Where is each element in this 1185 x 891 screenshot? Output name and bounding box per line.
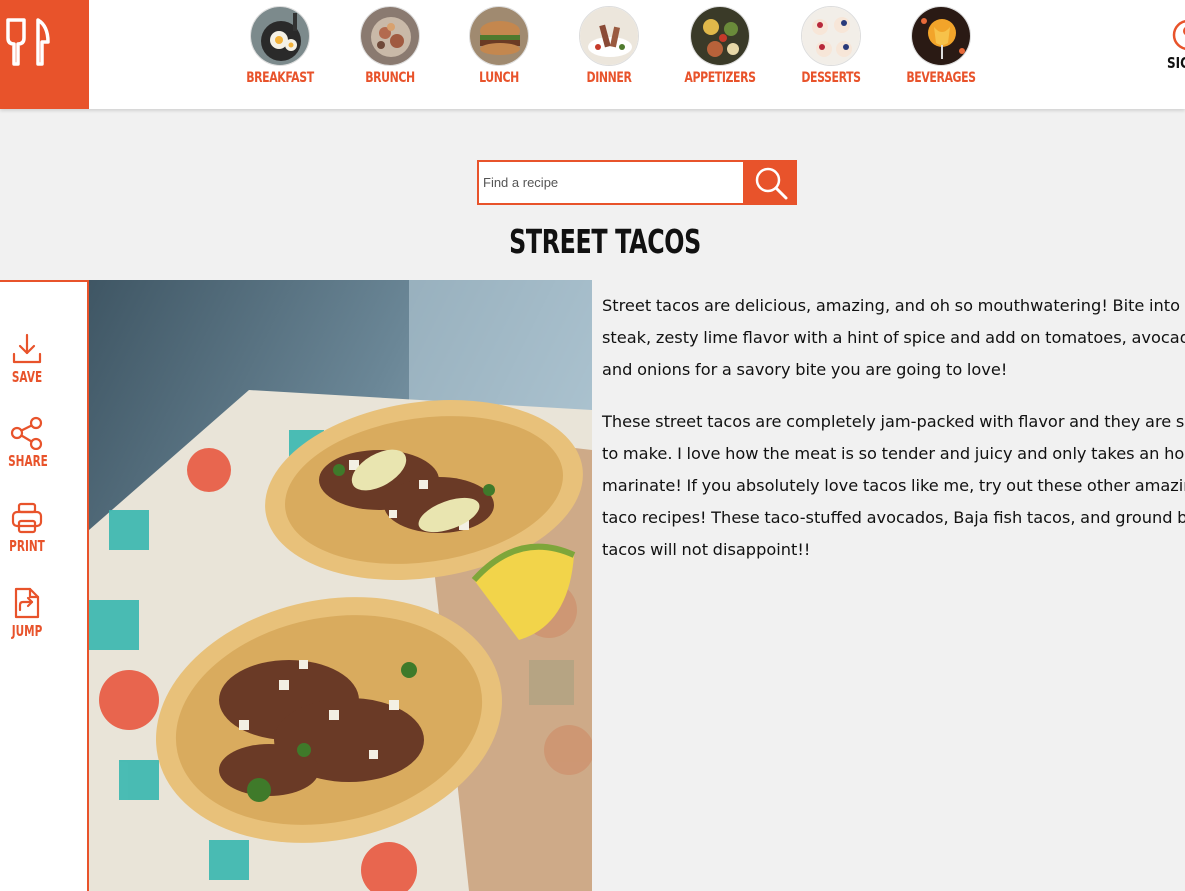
jump-button[interactable]: JUMP bbox=[0, 586, 54, 640]
nav-item-lunch[interactable]: LUNCH bbox=[449, 6, 549, 86]
nav-item-dinner[interactable]: DINNER bbox=[559, 6, 659, 86]
share-button[interactable]: SHARE bbox=[0, 416, 54, 470]
save-label: SAVE bbox=[11, 368, 43, 386]
nav-label-beverages: BEVERAGES bbox=[906, 70, 976, 86]
recipe-photo bbox=[89, 280, 592, 891]
nav-label-breakfast: BREAKFAST bbox=[246, 70, 314, 86]
desserts-thumb bbox=[801, 6, 861, 66]
action-sidebar: SAVE SHARE PRINT JUMP bbox=[0, 280, 89, 891]
download-icon bbox=[12, 333, 42, 364]
recipe-search bbox=[477, 160, 797, 205]
breakfast-thumb bbox=[250, 6, 310, 66]
print-label: PRINT bbox=[9, 537, 45, 555]
print-icon bbox=[11, 502, 43, 534]
dinner-thumb bbox=[579, 6, 639, 66]
jump-label: JUMP bbox=[11, 622, 43, 640]
recipe-description: Street tacos are delicious, amazing, and… bbox=[602, 290, 1185, 586]
share-label: SHARE bbox=[8, 452, 48, 470]
nav-item-appetizers[interactable]: APPETIZERS bbox=[670, 6, 770, 86]
user-icon bbox=[1172, 20, 1185, 50]
nav-item-beverages[interactable]: BEVERAGES bbox=[891, 6, 991, 86]
description-paragraph: These street tacos are completely jam-pa… bbox=[602, 412, 1185, 559]
share-icon bbox=[10, 416, 43, 450]
save-button[interactable]: SAVE bbox=[0, 332, 54, 386]
print-button[interactable]: PRINT bbox=[0, 501, 54, 555]
site-header: BREAKFAST BRUNCH LUNCH DINNER APPETIZERS… bbox=[0, 0, 1185, 109]
nav-item-brunch[interactable]: BRUNCH bbox=[340, 6, 440, 86]
jump-icon bbox=[14, 587, 40, 619]
appetizers-thumb bbox=[690, 6, 750, 66]
beverages-thumb bbox=[911, 6, 971, 66]
search-icon bbox=[755, 167, 788, 200]
nav-label-desserts: DESSERTS bbox=[801, 70, 861, 86]
description-paragraph: Street tacos are delicious, amazing, and… bbox=[602, 296, 1185, 379]
brunch-thumb bbox=[360, 6, 420, 66]
signin-link[interactable] bbox=[1166, 18, 1185, 57]
nav-label-appetizers: APPETIZERS bbox=[684, 70, 756, 86]
utensils-logo-icon bbox=[6, 18, 50, 66]
search-button[interactable] bbox=[743, 160, 797, 205]
nav-label-dinner: DINNER bbox=[586, 70, 632, 86]
nav-label-brunch: BRUNCH bbox=[365, 70, 415, 86]
nav-label-lunch: LUNCH bbox=[479, 70, 519, 86]
nav-item-breakfast[interactable]: BREAKFAST bbox=[230, 6, 330, 86]
nav-item-desserts[interactable]: DESSERTS bbox=[781, 6, 881, 86]
search-input[interactable] bbox=[477, 160, 745, 205]
lunch-thumb bbox=[469, 6, 529, 66]
signin-label[interactable]: SIG bbox=[1167, 54, 1185, 72]
page-title: STREET TACOS bbox=[509, 222, 701, 261]
site-logo[interactable] bbox=[0, 0, 89, 109]
